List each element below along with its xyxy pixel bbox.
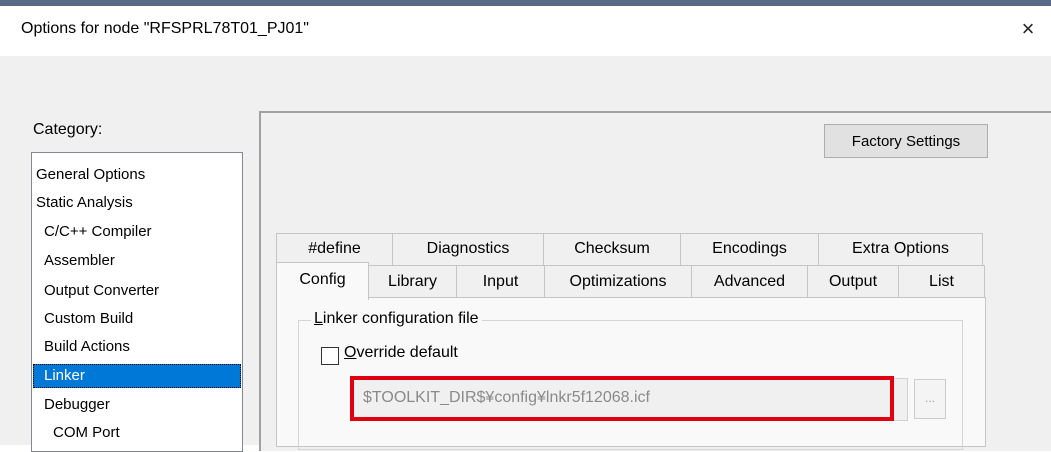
category-label: Category:: [33, 121, 103, 138]
category-item-build-actions[interactable]: Build Actions: [44, 335, 130, 359]
tab-encodings[interactable]: Encodings: [680, 233, 819, 265]
category-item-debugger[interactable]: Debugger: [44, 393, 110, 417]
override-label-text: verride default: [356, 344, 458, 361]
tab-diagnostics[interactable]: Diagnostics: [392, 233, 544, 265]
group-label-mnemonic: L: [314, 310, 323, 327]
linker-config-file-field[interactable]: $TOOLKIT_DIR$¥config¥lnkr5f12068.icf: [350, 376, 894, 421]
browse-button[interactable]: ...: [914, 379, 946, 419]
category-item-general-options[interactable]: General Options: [36, 163, 145, 187]
group-label-text: inker configuration file: [322, 310, 479, 327]
tab-library[interactable]: Library: [368, 265, 457, 298]
override-default-checkbox[interactable]: [321, 347, 339, 365]
tab-output[interactable]: Output: [807, 265, 899, 298]
tab-optimizations[interactable]: Optimizations: [544, 265, 692, 298]
category-list[interactable]: General Options Static Analysis C/C++ Co…: [31, 152, 243, 452]
window-title: Options for node "RFSPRL78T01_PJ01": [21, 20, 309, 37]
override-mnemonic: O: [344, 344, 357, 361]
linker-config-group-label: Linker configuration file: [311, 310, 482, 328]
linker-config-file-path: $TOOLKIT_DIR$¥config¥lnkr5f12068.icf: [363, 389, 650, 406]
close-icon[interactable]: ×: [1013, 12, 1043, 46]
tab-input[interactable]: Input: [456, 265, 545, 298]
file-field-edge: [894, 378, 908, 421]
category-item-assembler[interactable]: Assembler: [44, 249, 115, 273]
category-item-linker[interactable]: Linker: [33, 364, 241, 388]
title-bar: Options for node "RFSPRL78T01_PJ01" ×: [0, 6, 1051, 56]
tab-checksum[interactable]: Checksum: [543, 233, 681, 265]
factory-settings-button[interactable]: Factory Settings: [824, 124, 988, 158]
tab-config[interactable]: Config: [276, 262, 369, 300]
override-default-label[interactable]: Override default: [344, 344, 458, 362]
tab-define[interactable]: #define: [276, 233, 393, 265]
tab-advanced[interactable]: Advanced: [691, 265, 808, 298]
tab-list[interactable]: List: [898, 265, 985, 298]
category-item-com-port[interactable]: COM Port: [53, 421, 120, 445]
category-item-output-converter[interactable]: Output Converter: [44, 279, 159, 303]
tab-extra-options[interactable]: Extra Options: [818, 233, 983, 265]
category-item-static-analysis[interactable]: Static Analysis: [36, 191, 133, 215]
category-item-custom-build[interactable]: Custom Build: [44, 307, 133, 331]
category-item-c-cpp-compiler[interactable]: C/C++ Compiler: [44, 220, 152, 244]
